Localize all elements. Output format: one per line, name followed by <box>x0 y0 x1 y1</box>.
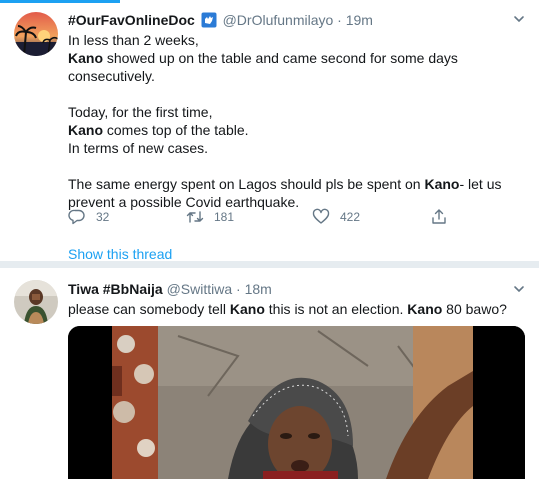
tweet-text: please can somebody tell Kano this is no… <box>68 300 518 318</box>
share-button[interactable] <box>430 206 458 228</box>
chevron-down-icon[interactable] <box>512 12 526 26</box>
text-run: comes top of the table. <box>103 122 249 138</box>
retweet-button[interactable]: 181 <box>186 206 234 228</box>
text-run: Today, for the first time, <box>68 104 213 120</box>
text-run: The same energy spent on Lagos should pl… <box>68 176 425 192</box>
tweet-paragraph: In less than 2 weeks, Kano showed up on t… <box>68 31 518 85</box>
tweet-text: In less than 2 weeks, Kano showed up on t… <box>68 31 518 211</box>
timestamp[interactable]: 19m <box>346 12 373 28</box>
tweet[interactable]: #OurFavOnlineDoc @DrOlufunmilayo · 19m I… <box>0 0 539 262</box>
text-run: In less than 2 weeks, <box>68 32 199 48</box>
share-icon <box>432 209 446 224</box>
highlighted-term: Kano <box>229 301 265 317</box>
retweet-count: 181 <box>214 210 235 224</box>
separator-dot: · <box>337 12 342 28</box>
retweet-icon <box>186 211 204 223</box>
highlighted-term: Kano <box>407 301 443 317</box>
display-name[interactable]: Tiwa #BbNaija <box>68 281 163 297</box>
show-thread-link[interactable]: Show this thread <box>68 246 172 262</box>
video-frame <box>68 326 525 479</box>
chevron-down-icon[interactable] <box>512 282 526 296</box>
avatar[interactable] <box>14 280 58 324</box>
highlighted-term: Kano <box>424 176 460 192</box>
sign-language-badge-icon <box>201 12 217 28</box>
tweet-header: #OurFavOnlineDoc @DrOlufunmilayo · 19m <box>68 11 373 29</box>
text-run: this is not an election. <box>264 301 408 317</box>
heart-icon <box>312 208 330 224</box>
tweet-paragraph: Today, for the first time, Kano comes top… <box>68 103 518 157</box>
text-run: In terms of new cases. <box>68 140 209 156</box>
display-name[interactable]: #OurFavOnlineDoc <box>68 12 195 28</box>
tweet-divider <box>0 262 539 268</box>
tweet-video[interactable] <box>68 326 525 479</box>
user-handle[interactable]: @Swittiwa <box>167 281 233 297</box>
reply-button[interactable]: 32 <box>68 206 109 228</box>
avatar[interactable] <box>14 12 58 56</box>
separator-dot: · <box>236 281 241 297</box>
reply-count: 32 <box>96 210 110 224</box>
timestamp[interactable]: 18m <box>245 281 272 297</box>
like-button[interactable]: 422 <box>312 206 360 228</box>
reply-icon <box>68 209 85 225</box>
user-handle[interactable]: @DrOlufunmilayo <box>223 12 334 28</box>
highlighted-term: Kano <box>68 50 103 66</box>
highlighted-term: Kano <box>68 122 103 138</box>
text-run: 80 bawo? <box>442 301 507 317</box>
text-run: showed up on the table and came second f… <box>68 50 458 84</box>
text-run: please can somebody tell <box>68 301 230 317</box>
tweet-actions: 32 181 422 <box>68 206 468 228</box>
tweet-paragraph: please can somebody tell Kano this is no… <box>68 300 518 318</box>
tweet-header: Tiwa #BbNaija @Swittiwa · 18m <box>68 280 272 298</box>
like-count: 422 <box>340 210 361 224</box>
